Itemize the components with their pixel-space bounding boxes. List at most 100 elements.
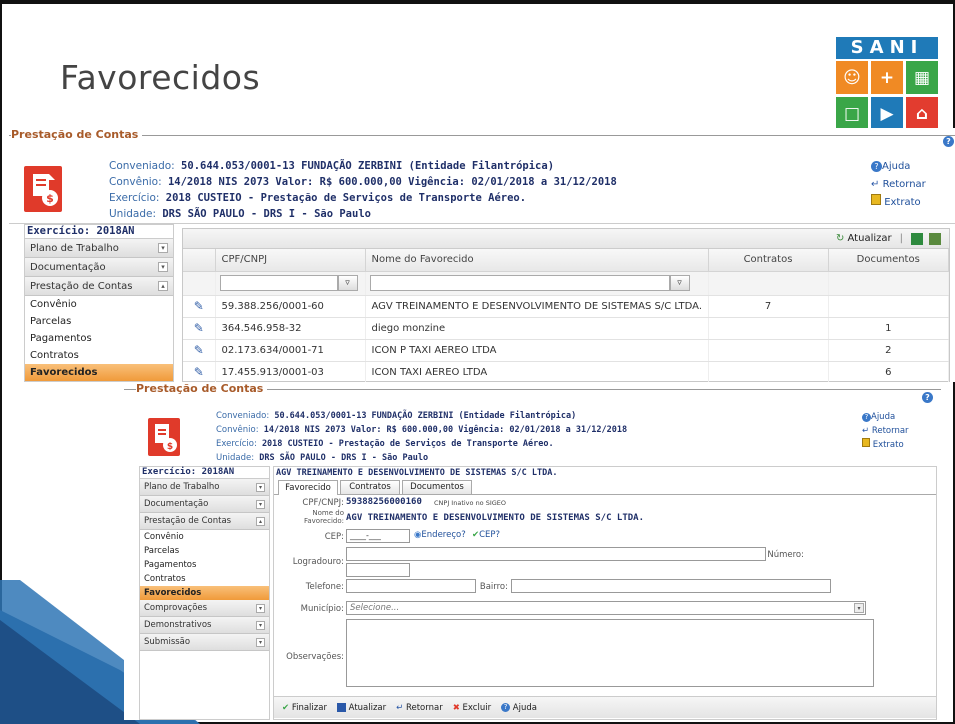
convenio-value: 14/2018 NIS 2073 Valor: R$ 600.000,00 Vi…	[263, 425, 628, 435]
expand-icon[interactable]: ▾	[158, 262, 168, 272]
ajuda-link[interactable]: ? Ajuda	[862, 410, 909, 424]
sidebar-header: Exercício: 2018AN	[25, 225, 173, 239]
sidebar-group-plano[interactable]: Plano de Trabalho ▾	[140, 479, 269, 496]
bairro-input[interactable]	[511, 579, 831, 593]
sidebar-item-favorecidos[interactable]: Favorecidos	[25, 364, 173, 381]
sidebar-group-label: Comprovações	[144, 603, 208, 613]
retornar-button[interactable]: ↵ Retornar	[396, 703, 443, 713]
cell-contratos	[708, 361, 829, 382]
cell-nome: AGV TREINAMENTO E DESENVOLVIMENTO DE SIS…	[365, 295, 709, 318]
retornar-link[interactable]: ↵ Retornar	[862, 424, 909, 438]
sidebar-item-convenio[interactable]: Convênio	[25, 296, 173, 313]
ajuda-link-label: Ajuda	[871, 412, 896, 422]
sidebar-item-parcelas[interactable]: Parcelas	[25, 313, 173, 330]
filter-icon[interactable]: ▿	[337, 275, 358, 291]
sidebar-group-demonstrativos[interactable]: Demonstrativos ▾	[140, 617, 269, 634]
exercicio-value: 2018 CUSTEIO - Prestação de Serviços de …	[261, 439, 554, 449]
table-row[interactable]: ✎ 02.173.634/0001-71 ICON P TAXI AEREO L…	[183, 339, 949, 362]
sidebar-group-documentacao[interactable]: Documentação ▾	[140, 496, 269, 513]
cpf-filter-input[interactable]	[219, 275, 338, 291]
endereco-link[interactable]: ◉Endereço?	[414, 530, 466, 540]
bairro-label: Bairro:	[479, 582, 508, 592]
sidebar-group-label: Prestação de Contas	[30, 280, 133, 292]
cell-documentos: 1	[828, 317, 949, 340]
municipio-label: Município:	[300, 604, 344, 614]
sidebar-group-comprovacoes[interactable]: Comprovações ▾	[140, 600, 269, 617]
ajuda-link-label: Ajuda	[882, 161, 911, 172]
tab-documentos[interactable]: Documentos	[402, 480, 472, 494]
sidebar-group-documentacao[interactable]: Documentação ▾	[25, 258, 173, 277]
expand-icon[interactable]: ▾	[158, 243, 168, 253]
sidebar-item-pagamentos[interactable]: Pagamentos	[25, 330, 173, 347]
chevron-down-icon[interactable]: ▾	[854, 603, 864, 613]
document-icon: □	[836, 97, 868, 130]
extrato-link[interactable]: Extrato	[862, 438, 909, 452]
book-icon	[862, 438, 870, 447]
cep-input[interactable]: ____-___	[346, 529, 410, 543]
tab-favorecido[interactable]: Favorecido	[278, 480, 338, 495]
sidebar-item-favorecidos[interactable]: Favorecidos	[140, 586, 269, 600]
sidebar-item-contratos[interactable]: Contratos	[140, 572, 269, 586]
telefone-input[interactable]	[346, 579, 476, 593]
sidebar-group-prestacao[interactable]: Prestação de Contas ▴	[25, 277, 173, 296]
expand-icon[interactable]: ▾	[256, 620, 265, 630]
extrato-link-label: Extrato	[884, 197, 921, 208]
edit-icon[interactable]: ✎	[194, 365, 204, 379]
sidebar-item-convenio[interactable]: Convênio	[140, 530, 269, 544]
fieldset-legend: Prestação de Contas	[136, 382, 268, 395]
tab-contratos[interactable]: Contratos	[340, 480, 400, 494]
expand-icon[interactable]: ▾	[256, 499, 265, 509]
sidebar-group-plano[interactable]: Plano de Trabalho ▾	[25, 239, 173, 258]
cell-cpf: 59.388.256/0001-60	[215, 295, 366, 318]
edit-icon[interactable]: ✎	[194, 321, 204, 335]
atualizar-button[interactable]: ↻ Atualizar	[836, 233, 892, 244]
grid-toolbar: ↻ Atualizar |	[183, 229, 949, 249]
help-icon[interactable]: ?	[943, 136, 954, 147]
sidebar-item-pagamentos[interactable]: Pagamentos	[140, 558, 269, 572]
observacoes-textarea[interactable]	[346, 619, 874, 687]
return-arrow-icon: ↵	[871, 179, 880, 190]
ajuda-link[interactable]: ? Ajuda	[871, 158, 926, 176]
cep-label: CEP:	[324, 532, 344, 542]
convenio-label: Convênio:	[216, 425, 259, 435]
help-icon[interactable]: ?	[922, 392, 933, 403]
nome-filter-input[interactable]	[369, 275, 670, 291]
numero-input[interactable]	[346, 563, 410, 577]
expand-icon[interactable]: ▾	[256, 482, 265, 492]
atualizar-button[interactable]: Atualizar	[336, 703, 386, 713]
sidebar-item-contratos[interactable]: Contratos	[25, 347, 173, 364]
excluir-button[interactable]: ✖ Excluir	[453, 703, 491, 713]
ajuda-button[interactable]: ? Ajuda	[501, 703, 537, 713]
detail-panel: AGV TREINAMENTO E DESENVOLVIMENTO DE SIS…	[273, 466, 937, 720]
table-row[interactable]: ✎ 17.455.913/0001-03 ICON TAXI AEREO LTD…	[183, 361, 949, 382]
table-row[interactable]: ✎ 364.546.958-32 diego monzine 1	[183, 317, 949, 340]
sidebar-group-submissao[interactable]: Submissão ▾	[140, 634, 269, 651]
medkit-icon: +	[871, 61, 903, 94]
expand-icon[interactable]: ▾	[256, 603, 265, 613]
collapse-icon[interactable]: ▴	[158, 281, 168, 291]
edit-icon[interactable]: ✎	[194, 299, 204, 313]
extrato-link[interactable]: Extrato	[871, 194, 926, 212]
logo-word: SANI	[836, 37, 938, 59]
export-icon[interactable]	[929, 232, 941, 245]
excel-export-icon[interactable]	[911, 232, 923, 245]
edit-icon[interactable]: ✎	[194, 343, 204, 357]
expand-icon[interactable]: ▾	[256, 637, 265, 647]
retornar-link[interactable]: ↵ Retornar	[871, 176, 926, 194]
sidebar-item-parcelas[interactable]: Parcelas	[140, 544, 269, 558]
ambulance-icon: ▶	[871, 97, 903, 130]
sidebar-group-prestacao[interactable]: Prestação de Contas ▴	[140, 513, 269, 530]
table-row[interactable]: ✎ 59.388.256/0001-60 AGV TREINAMENTO E D…	[183, 295, 949, 318]
collapse-icon[interactable]: ▴	[256, 516, 265, 526]
sidebar-group-label: Documentação	[30, 261, 106, 273]
book-icon	[871, 194, 881, 205]
action-bar: ✔ Finalizar Atualizar ↵ Retornar ✖ Exclu…	[274, 696, 936, 718]
finalizar-button[interactable]: ✔ Finalizar	[282, 703, 327, 713]
sani-logo: SANI ☺ + ▦ □ ▶ ⌂	[836, 37, 938, 130]
cep-link[interactable]: ✔CEP?	[472, 530, 500, 540]
sidebar-header: Exercício: 2018AN	[140, 467, 269, 479]
retornar-label: Retornar	[405, 702, 443, 713]
municipio-select[interactable]: Selecione... ▾	[346, 601, 866, 615]
filter-icon[interactable]: ▿	[669, 275, 690, 291]
endereco-input[interactable]	[346, 547, 766, 561]
